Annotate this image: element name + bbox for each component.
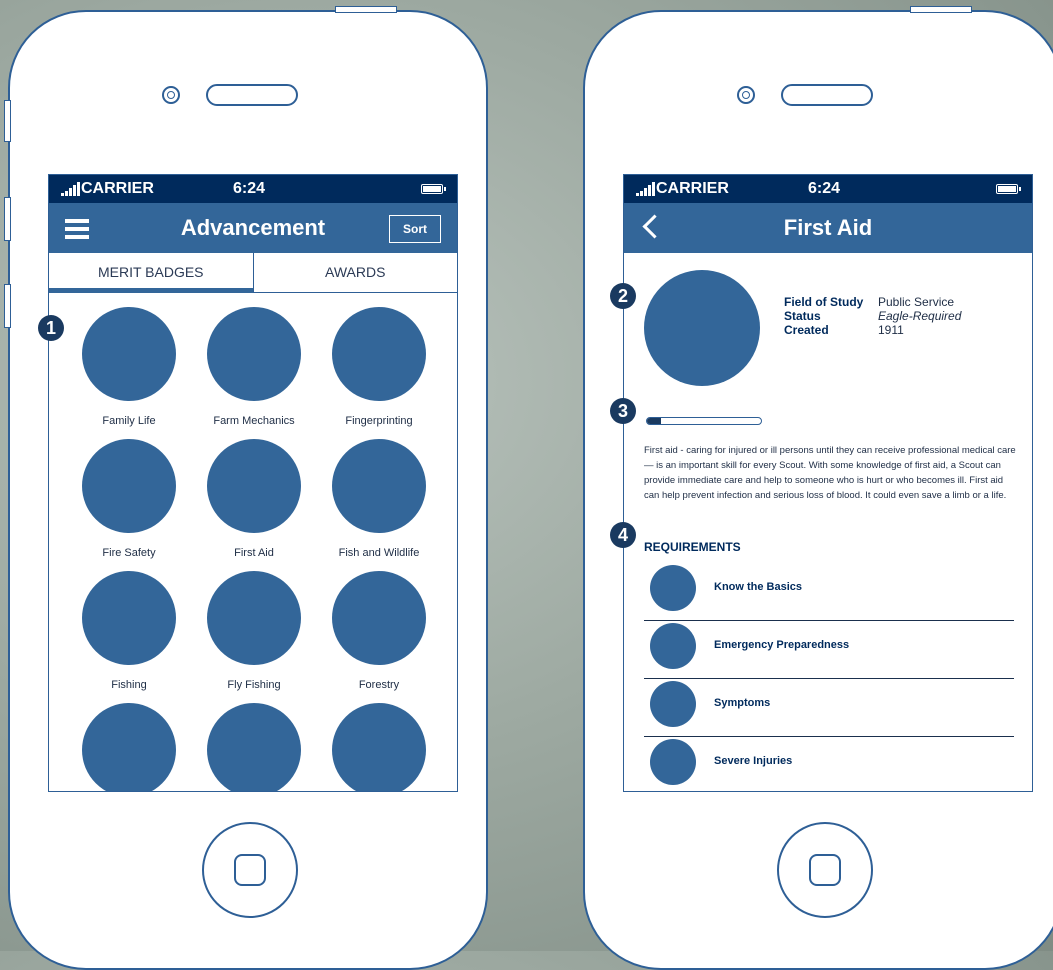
info-row-status: Status Eagle-Required [784, 309, 961, 323]
requirements-heading: REQUIREMENTS [644, 540, 741, 554]
tab-awards[interactable]: AWARDS [252, 253, 458, 292]
badge-fire-safety[interactable]: Fire Safety [69, 439, 189, 559]
tab-merit-badges[interactable]: MERIT BADGES [49, 253, 253, 293]
status-bar: CARRIER 6:24 [624, 175, 1032, 203]
requirement-label: Symptoms [714, 697, 771, 709]
sort-button[interactable]: Sort [389, 215, 441, 243]
annotation-marker-2: 2 [610, 283, 636, 309]
badge-image [82, 439, 176, 533]
requirement-icon [650, 623, 696, 669]
info-value: 1911 [878, 323, 904, 337]
badge-fingerprinting[interactable]: Fingerprinting [319, 307, 439, 427]
annotation-marker-1: 1 [38, 315, 64, 341]
badge-family-life[interactable]: Family Life [69, 307, 189, 427]
home-button[interactable] [777, 822, 873, 918]
badge-label: Fire Safety [102, 547, 156, 559]
requirement-item[interactable]: Symptoms [644, 679, 1014, 737]
volume-up-button [4, 197, 11, 241]
badge-label: Family Life [102, 415, 156, 427]
info-key: Field of Study [784, 295, 864, 309]
phone-frame-right: CARRIER 6:24 First Aid Field of Study Pu… [583, 6, 1053, 970]
badge-image [82, 571, 176, 665]
status-bar: CARRIER 6:24 [49, 175, 457, 203]
info-key: Created [784, 323, 829, 337]
clock: 6:24 [233, 180, 266, 197]
signal-icon [61, 182, 80, 196]
signal-icon [636, 182, 655, 196]
badge-image [207, 439, 301, 533]
requirement-label: Emergency Preparedness [714, 639, 850, 651]
info-value: Public Service [878, 295, 955, 309]
badge-image [332, 307, 426, 401]
requirement-icon [650, 739, 696, 785]
badge-image-large [644, 270, 760, 386]
home-button[interactable] [202, 822, 298, 918]
battery-icon [996, 184, 1021, 194]
badge-description: First aid - caring for injured or ill pe… [644, 445, 1016, 501]
requirement-icon [650, 565, 696, 611]
volume-down-button [4, 284, 11, 328]
badge-image [207, 571, 301, 665]
badge-image [82, 703, 176, 791]
badge-image [82, 307, 176, 401]
requirement-item[interactable]: Know the Basics [644, 563, 1014, 621]
badge-forestry[interactable]: Forestry [319, 571, 439, 691]
tab-bar: MERIT BADGES AWARDS [49, 253, 457, 293]
requirement-item[interactable]: Severe Injuries [644, 737, 1014, 791]
battery-icon [421, 184, 446, 194]
badge-label: First Aid [234, 547, 274, 559]
progress-bar [646, 417, 762, 425]
requirement-label: Severe Injuries [714, 755, 793, 767]
carrier-label: CARRIER [656, 180, 729, 197]
requirements-list: Know the Basics Emergency Preparedness S… [644, 563, 1014, 791]
badge-label: Fishing [111, 679, 147, 691]
badge-label: Fish and Wildlife [338, 547, 420, 559]
info-row-field-of-study: Field of Study Public Service [784, 295, 961, 309]
page-title: First Aid [783, 215, 873, 240]
badge-image [332, 439, 426, 533]
nav-bar: Advancement Sort [49, 203, 457, 253]
carrier-label: CARRIER [81, 180, 154, 197]
progress-fill [647, 418, 661, 424]
phone-frame-left: CARRIER 6:24 Advancement Sort MERIT BADG… [4, 6, 488, 970]
power-button [335, 6, 397, 13]
clock: 6:24 [808, 180, 841, 197]
badge-label: Fly Fishing [227, 679, 281, 691]
badge-label: Farm Mechanics [213, 415, 295, 427]
badge-image [207, 307, 301, 401]
speaker-grille [206, 84, 298, 106]
badge-image [332, 703, 426, 791]
nav-bar: First Aid [624, 203, 1032, 253]
badge-image [207, 703, 301, 791]
badge-fly-fishing[interactable]: Fly Fishing [194, 571, 314, 691]
badge-partial[interactable] [69, 703, 189, 791]
screen-advancement: CARRIER 6:24 Advancement Sort MERIT BADG… [48, 174, 458, 792]
camera-icon [737, 86, 755, 104]
badge-fish-and-wildlife[interactable]: Fish and Wildlife [319, 439, 439, 559]
badge-label: Forestry [358, 679, 400, 691]
mute-switch [4, 100, 11, 142]
speaker-grille [781, 84, 873, 106]
camera-icon [162, 86, 180, 104]
screen-first-aid: CARRIER 6:24 First Aid Field of Study Pu… [623, 174, 1033, 792]
requirement-item[interactable]: Emergency Preparedness [644, 621, 1014, 679]
info-row-created: Created 1911 [784, 323, 961, 337]
badge-first-aid[interactable]: First Aid [194, 439, 314, 559]
badge-info: Field of Study Public Service Status Eag… [784, 295, 961, 337]
annotation-marker-3: 3 [610, 398, 636, 424]
badge-image [332, 571, 426, 665]
badge-fishing[interactable]: Fishing [69, 571, 189, 691]
info-value: Eagle-Required [878, 309, 962, 323]
info-key: Status [784, 309, 821, 323]
badge-farm-mechanics[interactable]: Farm Mechanics [194, 307, 314, 427]
requirement-icon [650, 681, 696, 727]
annotation-marker-4: 4 [610, 522, 636, 548]
badge-partial[interactable] [194, 703, 314, 791]
requirement-label: Know the Basics [714, 581, 803, 593]
power-button [910, 6, 972, 13]
badge-label: Fingerprinting [345, 415, 413, 427]
badge-partial[interactable] [319, 703, 439, 791]
